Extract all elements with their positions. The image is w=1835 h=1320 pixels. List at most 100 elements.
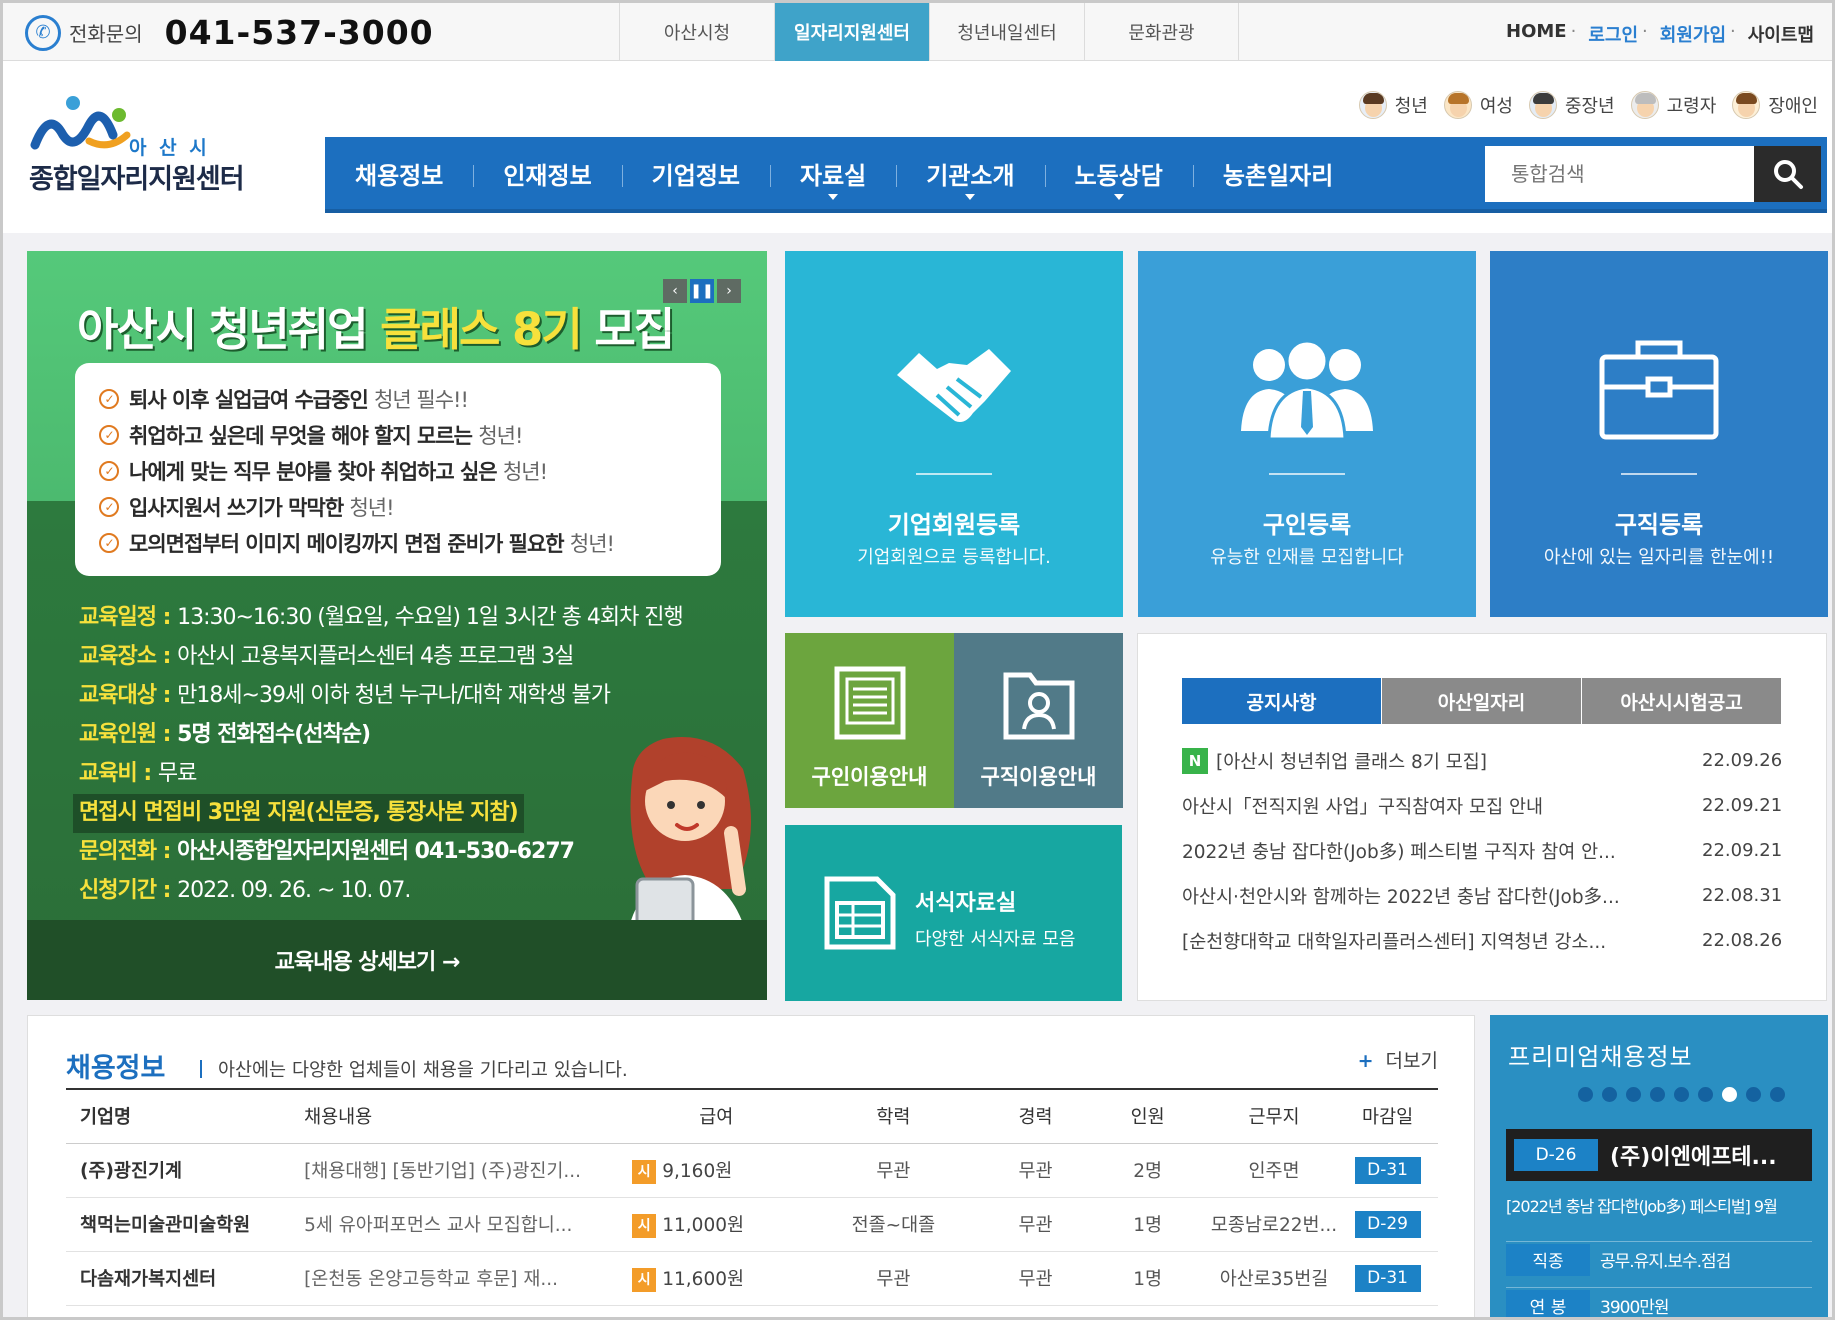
carousel-dot[interactable] — [1602, 1087, 1617, 1102]
target-woman[interactable]: 여성 — [1443, 91, 1513, 119]
nav-item-talent[interactable]: 인재정보 — [473, 137, 621, 209]
nav-item-labor-counsel[interactable]: 노동상담 — [1044, 137, 1193, 209]
job-company[interactable]: 책먹는미술관미술학원 — [66, 1197, 305, 1252]
seek-register-tile[interactable]: 구직등록 아산에 있는 일자리를 한눈에!! — [1490, 251, 1828, 617]
premium-subtitle[interactable]: [2022년 충남 잡다한(Job多) 페스티벌] 9월 — [1506, 1193, 1812, 1217]
notice-item[interactable]: 아산시「전직지원 사업」구직참여자 모집 안내 22.09.21 — [1182, 783, 1782, 828]
premium-card[interactable]: D-26 (주)이엔에프테... — [1506, 1129, 1812, 1181]
plus-icon: + — [1357, 1050, 1374, 1072]
carousel-dot[interactable] — [1722, 1087, 1737, 1102]
forms-library-tile[interactable]: 서식자료실 다양한 서식자료 모음 — [785, 825, 1122, 1001]
table-row[interactable]: 책먹는미술관미술학원 5세 유아퍼포먼스 교사 모집합니... 시 11,000원… — [66, 1197, 1438, 1252]
company-register-tile[interactable]: 기업회원등록 기업회원으로 등록합니다. — [785, 251, 1123, 617]
notice-item[interactable]: N [아산시 청년취업 클래스 8기 모집] 22.09.26 — [1182, 738, 1782, 783]
premium-field-row: 직종 공무.유지.보수.점검 — [1506, 1241, 1812, 1277]
field-label: 연 봉 — [1506, 1289, 1590, 1317]
carousel-dot[interactable] — [1770, 1087, 1785, 1102]
tab-youth-center[interactable]: 청년내일센터 — [929, 3, 1084, 61]
checklist-item: ✓ 퇴사 이후 실업급여 수급중인 청년 필수!! — [99, 381, 697, 417]
carousel-dot[interactable] — [1650, 1087, 1665, 1102]
nav-item-about[interactable]: 기관소개 — [896, 137, 1044, 209]
search-input[interactable] — [1485, 146, 1754, 202]
job-deadline: D-31 — [1337, 1143, 1438, 1198]
more-link[interactable]: + 더보기 — [1358, 1046, 1438, 1073]
nav-item-resources[interactable]: 자료실 — [769, 137, 896, 209]
notice-title[interactable]: 아산시「전직지원 사업」구직참여자 모집 안내 — [1182, 793, 1702, 819]
handshake-icon — [897, 349, 1011, 422]
notice-date: 22.09.26 — [1702, 750, 1783, 771]
banner-checklist: ✓ 퇴사 이후 실업급여 수급중인 청년 필수!! ✓ 취업하고 싶은데 무엇을 해… — [75, 363, 721, 576]
hire-register-tile[interactable]: 구인등록 유능한 인재를 모집합니다 — [1138, 251, 1476, 617]
col-deadline: 마감일 — [1337, 1088, 1438, 1144]
promo-banner[interactable]: 아산시 청년취업 클래스 8기 모집 ‹ ❚❚ › ✓ 퇴사 이후 실업급여 수급… — [27, 251, 767, 1000]
phone-label: 전화문의 — [69, 22, 143, 46]
target-label: 고령자 — [1666, 96, 1717, 117]
carousel-dots — [1578, 1087, 1794, 1102]
job-company[interactable]: 다솜재가복지센터 — [66, 1251, 305, 1306]
slider-next-icon[interactable]: › — [717, 279, 741, 303]
target-shortcuts: 청년 여성 중장년 고령자 장애인 — [1343, 91, 1818, 119]
job-title[interactable]: 5세 유아퍼포먼스 교사 모집합니... — [304, 1197, 633, 1252]
carousel-dot[interactable] — [1674, 1087, 1689, 1102]
job-title[interactable]: [채용대행] [동반기업] (주)광진기... — [304, 1143, 633, 1198]
login-link[interactable]: 로그인 — [1588, 21, 1638, 47]
notice-title[interactable]: [순천향대학교 대학일자리플러스센터] 지역청년 강소... — [1182, 928, 1702, 954]
notice-item[interactable]: [순천향대학교 대학일자리플러스센터] 지역청년 강소... 22.08.26 — [1182, 918, 1782, 963]
tab-exam-notice[interactable]: 아산시시험공고 — [1582, 678, 1781, 724]
tile-desc: 다양한 서식자료 모음 — [915, 929, 1076, 950]
carousel-dot[interactable] — [1626, 1087, 1641, 1102]
slider-pause-icon[interactable]: ❚❚ — [690, 279, 714, 303]
tab-job-center[interactable]: 일자리지원센터 — [774, 3, 929, 61]
main-nav: 채용정보 인재정보 기업정보 자료실 기관소개 노동상담 농촌일자리 — [325, 137, 1827, 213]
carousel-dot[interactable] — [1698, 1087, 1713, 1102]
briefcase-icon — [1599, 340, 1719, 440]
target-middle-aged[interactable]: 중장년 — [1528, 91, 1615, 119]
tab-notice[interactable]: 공지사항 — [1182, 678, 1381, 724]
carousel-dot[interactable] — [1746, 1087, 1761, 1102]
job-place: 아산로35번길 — [1210, 1251, 1338, 1306]
job-listings: 채용정보 아산에는 다양한 업체들이 채용을 기다리고 있습니다. + 더보기 기… — [27, 1015, 1475, 1317]
tile-desc: 유능한 인재를 모집합니다 — [1210, 547, 1404, 568]
carousel-dot[interactable] — [1578, 1087, 1593, 1102]
tab-asan-jobs[interactable]: 아산일자리 — [1382, 678, 1581, 724]
slider-prev-icon[interactable]: ‹ — [663, 279, 687, 303]
top-links: HOME · 로그인 · 회원가입 · 사이트맵 — [1502, 21, 1814, 47]
slider-controls: ‹ ❚❚ › — [660, 279, 741, 303]
table-row[interactable]: 다솜재가복지센터 [온천동 온양고등학교 후문] 재... 시 11,600원 무… — [66, 1251, 1438, 1306]
search-button[interactable] — [1754, 146, 1821, 202]
target-label: 여성 — [1479, 96, 1513, 117]
col-company: 기업명 — [66, 1088, 305, 1144]
notice-title[interactable]: 아산시·천안시와 함께하는 2022년 충남 잡다한(Job多... — [1182, 883, 1702, 909]
top-utility-bar: ✆ 전화문의 041-537-3000 아산시청 일자리지원센터 청년내일센터 … — [3, 3, 1832, 61]
premium-company[interactable]: (주)이엔에프테... — [1610, 1139, 1777, 1171]
join-link[interactable]: 회원가입 — [1660, 21, 1726, 47]
banner-detail-link[interactable]: 교육내용 상세보기 → — [27, 920, 767, 1000]
home-link[interactable]: HOME — [1506, 21, 1567, 47]
hire-guide-tile[interactable]: 구인이용안내 — [785, 633, 954, 808]
nav-item-company[interactable]: 기업정보 — [621, 137, 770, 209]
seek-guide-tile[interactable]: 구직이용안내 — [954, 633, 1123, 808]
job-pay: 시 11,600원 — [632, 1251, 801, 1306]
notice-title[interactable]: [아산시 청년취업 클래스 8기 모집] — [1216, 748, 1702, 774]
job-pay: 시 9,160원 — [632, 1143, 801, 1198]
job-company[interactable]: (주)광진기계 — [66, 1143, 305, 1198]
info-location: 교육장소 : 아산시 고용복지플러스센터 4층 프로그램 3실 — [79, 644, 574, 669]
tab-culture-tourism[interactable]: 문화관광 — [1084, 3, 1239, 61]
nav-item-jobs[interactable]: 채용정보 — [325, 137, 473, 209]
site-logo[interactable]: 아 산 시 종합일자리지원센터 — [29, 95, 259, 205]
job-title[interactable]: [온천동 온양고등학교 후문] 재... — [304, 1251, 633, 1306]
col-place: 근무지 — [1210, 1088, 1338, 1144]
target-youth[interactable]: 청년 — [1358, 91, 1428, 119]
target-senior[interactable]: 고령자 — [1630, 91, 1717, 119]
nav-item-rural-jobs[interactable]: 농촌일자리 — [1192, 137, 1363, 209]
dday-badge: D-29 — [1354, 1210, 1421, 1238]
sitemap-link[interactable]: 사이트맵 — [1748, 21, 1814, 47]
notice-item[interactable]: 아산시·천안시와 함께하는 2022년 충남 잡다한(Job多... 22.08… — [1182, 873, 1782, 918]
target-disabled[interactable]: 장애인 — [1732, 91, 1818, 119]
notice-item[interactable]: 2022년 충남 잡다한(Job多) 페스티벌 구직자 참여 안... 22.0… — [1182, 828, 1782, 873]
check-icon: ✓ — [99, 533, 119, 553]
tab-asan-city[interactable]: 아산시청 — [619, 3, 774, 61]
notice-date: 22.08.31 — [1702, 885, 1783, 906]
notice-title[interactable]: 2022년 충남 잡다한(Job多) 페스티벌 구직자 참여 안... — [1182, 838, 1702, 864]
table-row[interactable]: (주)광진기계 [채용대행] [동반기업] (주)광진기... 시 9,160원 … — [66, 1143, 1438, 1198]
